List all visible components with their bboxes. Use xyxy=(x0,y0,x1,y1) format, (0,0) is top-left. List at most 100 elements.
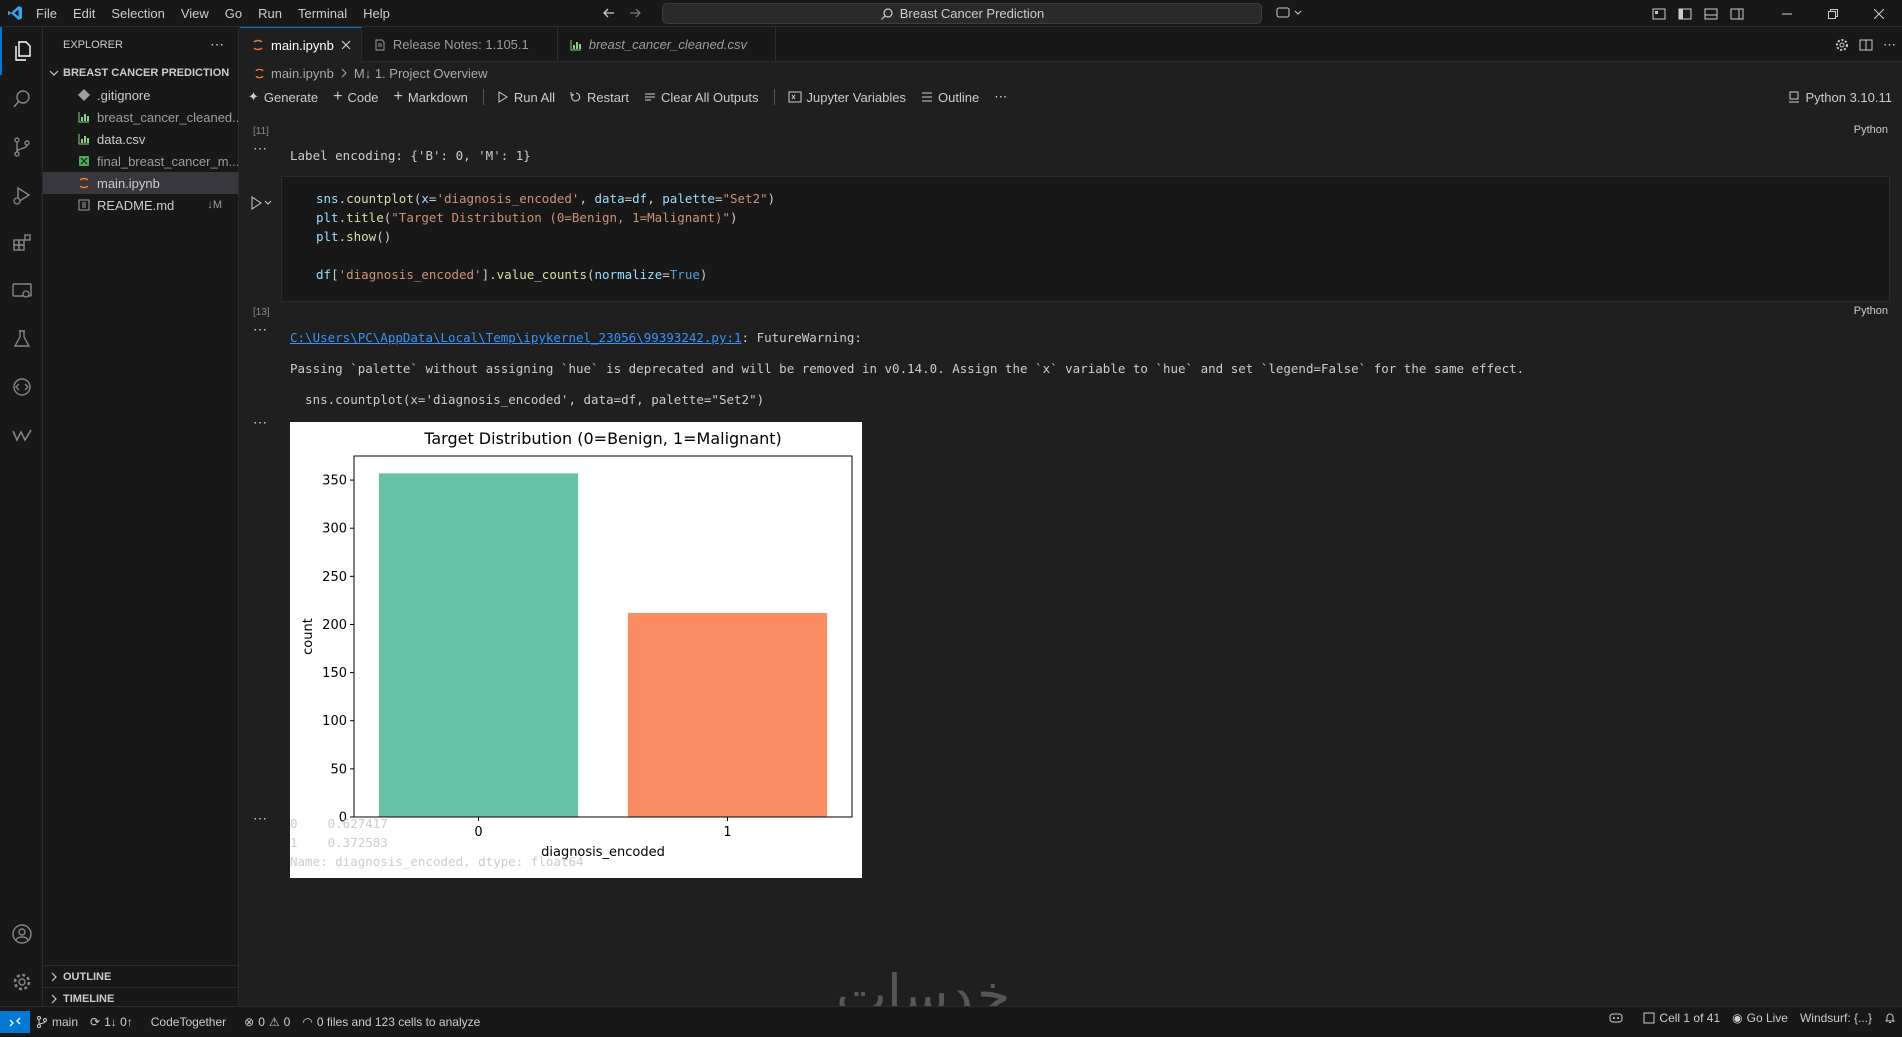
cell-language[interactable]: Python xyxy=(1854,124,1888,136)
menu-edit[interactable]: Edit xyxy=(65,6,103,21)
sync-status[interactable]: ⟳ 1↓ 0↑ xyxy=(84,1011,139,1033)
go-live-status[interactable]: ◉ Go Live xyxy=(1726,1007,1794,1029)
plus-icon: + xyxy=(393,88,403,105)
restore-icon[interactable] xyxy=(1810,8,1856,19)
tab-main-ipynb[interactable]: main.ipynb xyxy=(240,27,362,62)
minimize-icon[interactable] xyxy=(1764,9,1810,19)
breadcrumb-file[interactable]: main.ipynb xyxy=(271,66,334,81)
warning-code: sns.countplot(x='diagnosis_encoded', dat… xyxy=(290,392,765,407)
back-arrow-icon[interactable] xyxy=(600,4,618,22)
file-name: .gitignore xyxy=(97,87,151,103)
menu-file[interactable]: File xyxy=(28,6,65,21)
restart-button[interactable]: Restart xyxy=(570,90,629,105)
notifications-bell-icon[interactable] xyxy=(1878,1007,1902,1029)
code-cell-editor[interactable]: sns.countplot(x='diagnosis_encoded', dat… xyxy=(281,176,1890,302)
menu-help[interactable]: Help xyxy=(355,6,398,21)
bar-chart: 0 1050100150200250300350Target Distributi… xyxy=(301,429,853,860)
kernel-picker[interactable]: Python 3.10.11 xyxy=(1788,84,1892,110)
file-main-ipynb[interactable]: main.ipynb xyxy=(43,172,238,194)
output-more-icon[interactable]: ⋯ xyxy=(253,140,268,157)
copilot-status-icon[interactable] xyxy=(1603,1007,1637,1029)
explorer-icon[interactable] xyxy=(0,27,43,75)
extensions-icon[interactable] xyxy=(0,219,43,267)
remote-explorer-icon[interactable] xyxy=(0,267,43,315)
run-all-button[interactable]: Run All xyxy=(497,90,555,105)
file-gitignore[interactable]: .gitignore xyxy=(43,84,238,106)
manage-gear-icon[interactable] xyxy=(0,958,43,1006)
spreadsheet-icon xyxy=(77,154,91,168)
tab-release-notes[interactable]: Release Notes: 1.105.1 xyxy=(362,27,558,62)
go-live-label: Go Live xyxy=(1746,1011,1788,1025)
menu-view[interactable]: View xyxy=(173,6,217,21)
menu-terminal[interactable]: Terminal xyxy=(290,6,355,21)
clear-outputs-button[interactable]: Clear All Outputs xyxy=(644,90,759,105)
close-window-icon[interactable] xyxy=(1856,8,1902,19)
testing-icon[interactable] xyxy=(0,315,43,363)
breadcrumb-section[interactable]: M↓ 1. Project Overview xyxy=(354,66,488,81)
folder-name: BREAST CANCER PREDICTION xyxy=(63,67,230,79)
settings-gear-icon[interactable] xyxy=(1835,38,1849,52)
outline-section[interactable]: OUTLINE xyxy=(43,965,239,987)
file-readme[interactable]: README.md ↓M xyxy=(43,194,238,216)
analyze-status[interactable]: ◠ 0 files and 123 cells to analyze xyxy=(296,1011,486,1033)
run-all-icon xyxy=(497,91,509,103)
branch-status[interactable]: main xyxy=(30,1011,84,1033)
chevron-down-icon xyxy=(49,68,59,78)
windsurf-icon[interactable] xyxy=(0,411,43,459)
exec-count: [13] xyxy=(253,307,270,318)
add-code-button[interactable]: + Code xyxy=(333,88,378,106)
clear-all-icon xyxy=(644,91,656,103)
search-icon xyxy=(880,7,894,21)
toggle-sidebar-icon[interactable] xyxy=(1672,7,1698,21)
file-data-csv[interactable]: data.csv xyxy=(43,128,238,150)
chevron-right-icon xyxy=(49,972,59,982)
csv-chart-icon xyxy=(77,110,91,124)
codetogether-status[interactable]: CodeTogether xyxy=(139,1011,232,1033)
csv-chart-icon xyxy=(77,132,91,146)
more-toolbar-icon[interactable]: ⋯ xyxy=(994,89,1007,105)
more-actions-icon[interactable]: ⋯ xyxy=(1883,37,1896,53)
output-more-icon[interactable]: ⋯ xyxy=(253,414,268,431)
menu-go[interactable]: Go xyxy=(217,6,250,21)
outline-button[interactable]: Outline xyxy=(921,90,979,105)
folder-header[interactable]: BREAST CANCER PREDICTION xyxy=(43,62,238,84)
x-tick-label: 0 xyxy=(474,825,482,840)
copilot-icon[interactable] xyxy=(1276,5,1304,21)
remote-indicator-icon[interactable] xyxy=(0,1011,30,1033)
close-tab-icon[interactable] xyxy=(341,40,351,50)
code-brackets-icon[interactable] xyxy=(0,363,43,411)
problems-status[interactable]: ⊗ 0 ⚠ 0 xyxy=(232,1011,296,1033)
notebook-icon xyxy=(77,176,91,190)
bar-1 xyxy=(627,612,828,817)
explorer-title: EXPLORER xyxy=(63,38,123,51)
output-more-icon[interactable]: ⋯ xyxy=(253,810,268,827)
cell-language[interactable]: Python xyxy=(1854,305,1888,317)
output-more-icon[interactable]: ⋯ xyxy=(253,321,268,338)
warning-count: 0 xyxy=(283,1015,291,1029)
toggle-panel-icon[interactable] xyxy=(1698,7,1724,21)
menu-selection[interactable]: Selection xyxy=(103,6,172,21)
add-markdown-button[interactable]: + Markdown xyxy=(394,88,468,106)
split-editor-icon[interactable] xyxy=(1859,38,1873,52)
explorer-sidebar: EXPLORER ⋯ BREAST CANCER PREDICTION .git… xyxy=(43,27,239,1006)
cell-position-status[interactable]: Cell 1 of 41 xyxy=(1637,1007,1726,1029)
generate-button[interactable]: ✦ Generate xyxy=(248,89,318,105)
file-breast-cancer-cleaned[interactable]: breast_cancer_cleaned... xyxy=(43,106,238,128)
warning-file-link[interactable]: C:\Users\PC\AppData\Local\Temp\ipykernel… xyxy=(290,330,742,345)
tab-breast-cancer-cleaned-csv[interactable]: breast_cancer_cleaned.csv xyxy=(558,27,777,62)
run-debug-icon[interactable] xyxy=(0,171,43,219)
toggle-secondary-sidebar-icon[interactable] xyxy=(1724,7,1750,21)
jupyter-variables-button[interactable]: Jupyter Variables xyxy=(788,90,906,105)
layout-customize-icon[interactable] xyxy=(1646,7,1672,21)
account-icon[interactable] xyxy=(0,910,43,958)
windsurf-status[interactable]: Windsurf: {...} xyxy=(1794,1007,1878,1029)
command-center-search[interactable]: Breast Cancer Prediction xyxy=(662,3,1262,24)
file-final-breast-cancer-model[interactable]: final_breast_cancer_m... xyxy=(43,150,238,172)
run-cell-icon[interactable] xyxy=(250,196,272,210)
search-view-icon[interactable] xyxy=(0,75,43,123)
menu-run[interactable]: Run xyxy=(250,6,290,21)
more-actions-icon[interactable]: ⋯ xyxy=(210,36,224,53)
source-control-icon[interactable] xyxy=(0,123,43,171)
file-name: data.csv xyxy=(97,131,146,147)
forward-arrow-icon[interactable] xyxy=(626,4,644,22)
